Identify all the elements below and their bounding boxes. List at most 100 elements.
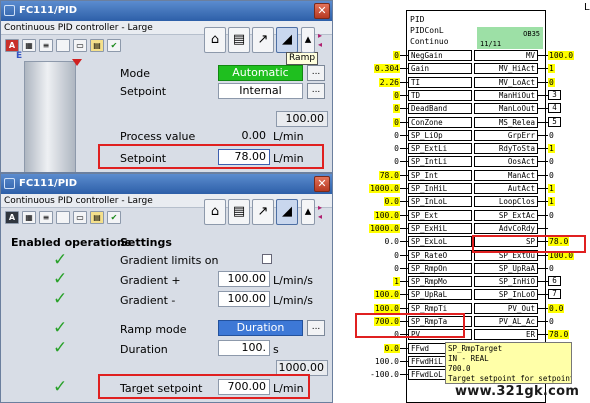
input-value[interactable]: 0	[393, 104, 400, 113]
output-pin[interactable]: OosAct	[474, 156, 538, 167]
input-value[interactable]: 100.0	[373, 304, 400, 313]
faceplate-view-icon[interactable]: ▤	[228, 199, 250, 225]
output-value[interactable]: 0	[548, 171, 555, 180]
output-connector[interactable]: 6	[548, 276, 561, 286]
output-pin[interactable]: ManAct	[474, 170, 538, 181]
window-title-bar[interactable]: FC111/PID ✕	[1, 174, 332, 194]
output-value[interactable]: 1	[548, 184, 555, 193]
output-pin[interactable]: ManHiOut	[474, 90, 538, 101]
output-value[interactable]: 0	[548, 78, 555, 87]
window-icon[interactable]: ▭	[73, 211, 87, 224]
output-connector[interactable]: 3	[548, 90, 561, 100]
output-pin[interactable]: SP_InHiO	[474, 276, 538, 287]
output-connector[interactable]: 7	[548, 289, 561, 299]
window-title-bar[interactable]: FC111/PID ✕	[1, 1, 332, 21]
input-pin[interactable]: Gain	[408, 63, 472, 74]
output-connector[interactable]: 5	[548, 117, 561, 127]
input-pin[interactable]: SP_RmpOn	[408, 263, 472, 274]
output-pin[interactable]: SP_UpRaA	[474, 263, 538, 274]
output-pin[interactable]: MS_Relea	[474, 117, 538, 128]
output-pin[interactable]: ManLoOut	[474, 103, 538, 114]
input-pin[interactable]: SP_ExHiL	[408, 223, 472, 234]
home-view-icon[interactable]: ⌂	[204, 199, 226, 225]
output-value[interactable]: 0	[548, 157, 555, 166]
close-button[interactable]: ✕	[314, 3, 330, 19]
ramp-view-icon[interactable]: ◢	[276, 27, 298, 53]
input-value[interactable]: 100.0	[373, 211, 400, 220]
output-value[interactable]: 1	[548, 64, 555, 73]
input-pin[interactable]: TD	[408, 90, 472, 101]
input-value[interactable]: 1000.0	[369, 184, 400, 193]
output-pin[interactable]: MV	[474, 50, 538, 61]
output-pin[interactable]: PV_Out	[474, 303, 538, 314]
input-value[interactable]: 78.0	[378, 171, 400, 180]
output-pin[interactable]: MV_HiAct	[474, 63, 538, 74]
input-pin[interactable]: ConZone	[408, 117, 472, 128]
navigate-up-icon[interactable]: ▴	[301, 27, 315, 53]
note-icon[interactable]: ▤	[90, 39, 104, 52]
output-value[interactable]: 0.0	[548, 304, 565, 313]
input-value[interactable]: 0	[393, 51, 400, 60]
input-value[interactable]: 0.304	[373, 64, 400, 73]
input-value[interactable]: 0.0	[383, 344, 400, 353]
input-pin[interactable]: SP_RmpMo	[408, 276, 472, 287]
output-connector[interactable]: 4	[548, 103, 561, 113]
navigate-up-icon[interactable]: ▴	[301, 199, 315, 225]
trend-view-icon[interactable]: ↗	[252, 199, 274, 225]
scroll-marks-icon[interactable]: ▸ ◂	[318, 31, 322, 49]
faceplate-view-icon[interactable]: ▤	[228, 27, 250, 53]
input-pin[interactable]: SP_ExtLi	[408, 143, 472, 154]
output-value[interactable]: 0	[548, 211, 555, 220]
output-pin[interactable]: SP_ExtAc	[474, 210, 538, 221]
scroll-marks-icon[interactable]: ▸ ◂	[318, 203, 322, 221]
mode-more-button[interactable]: ...	[307, 65, 325, 81]
input-value[interactable]: 1	[393, 277, 400, 286]
input-pin[interactable]: SP_Ext	[408, 210, 472, 221]
list-icon[interactable]: ≡	[39, 211, 53, 224]
home-view-icon[interactable]: ⌂	[204, 27, 226, 53]
output-pin[interactable]: MV_LoAct	[474, 77, 538, 88]
input-value[interactable]: 100.0	[374, 357, 400, 366]
input-value[interactable]: 0	[393, 118, 400, 127]
input-value[interactable]: 0	[393, 157, 400, 166]
ramp-mode-more-button[interactable]: ...	[307, 320, 325, 336]
output-pin[interactable]: GrpErr	[474, 130, 538, 141]
input-pin[interactable]: SP_InLoL	[408, 196, 472, 207]
alarm-icon[interactable]: A	[5, 211, 19, 224]
close-button[interactable]: ✕	[314, 176, 330, 192]
list-icon[interactable]: ≡	[39, 39, 53, 52]
output-pin[interactable]: AdvCoRdy	[474, 223, 538, 234]
output-value[interactable]: 0	[548, 131, 555, 140]
output-value[interactable]: 100.0	[548, 51, 575, 60]
input-value[interactable]: 0.0	[384, 237, 400, 246]
input-value[interactable]: 0	[393, 91, 400, 100]
input-pin[interactable]: SP_RateO	[408, 250, 472, 261]
input-pin[interactable]: NegGain	[408, 50, 472, 61]
output-value[interactable]: 0	[548, 317, 555, 326]
blank-icon[interactable]	[56, 39, 70, 52]
output-pin[interactable]: LoopClos	[474, 196, 538, 207]
gradient-limits-checkbox[interactable]	[262, 254, 272, 264]
input-value[interactable]: -100.0	[369, 370, 400, 379]
output-pin[interactable]: SP_InLoO	[474, 289, 538, 300]
input-value[interactable]: 1000.0	[369, 224, 400, 233]
output-pin[interactable]: AutAct	[474, 183, 538, 194]
input-pin[interactable]: SP_UpRaL	[408, 289, 472, 300]
checkmark-icon[interactable]: ✔	[107, 211, 121, 224]
checkmark-icon[interactable]: ✔	[107, 39, 121, 52]
ramp-mode-value[interactable]: Duration	[218, 320, 303, 336]
output-pin[interactable]: RdyToSta	[474, 143, 538, 154]
output-value[interactable]: 78.0	[548, 330, 570, 339]
input-pin[interactable]: DeadBand	[408, 103, 472, 114]
input-pin[interactable]: SP_InHiL	[408, 183, 472, 194]
duration-field[interactable]: 100.	[218, 340, 270, 356]
input-pin[interactable]: SP_IntLi	[408, 156, 472, 167]
input-value[interactable]: 0	[393, 131, 400, 140]
note-icon[interactable]: ▤	[90, 211, 104, 224]
input-value[interactable]: 100.0	[373, 290, 400, 299]
window-icon[interactable]: ▭	[73, 39, 87, 52]
gradient-minus-field[interactable]: 100.00	[218, 291, 270, 307]
setpoint-more-button[interactable]: ...	[307, 83, 325, 99]
input-pin[interactable]: SP_ExLoL	[408, 236, 472, 247]
output-value[interactable]: 1	[548, 197, 555, 206]
